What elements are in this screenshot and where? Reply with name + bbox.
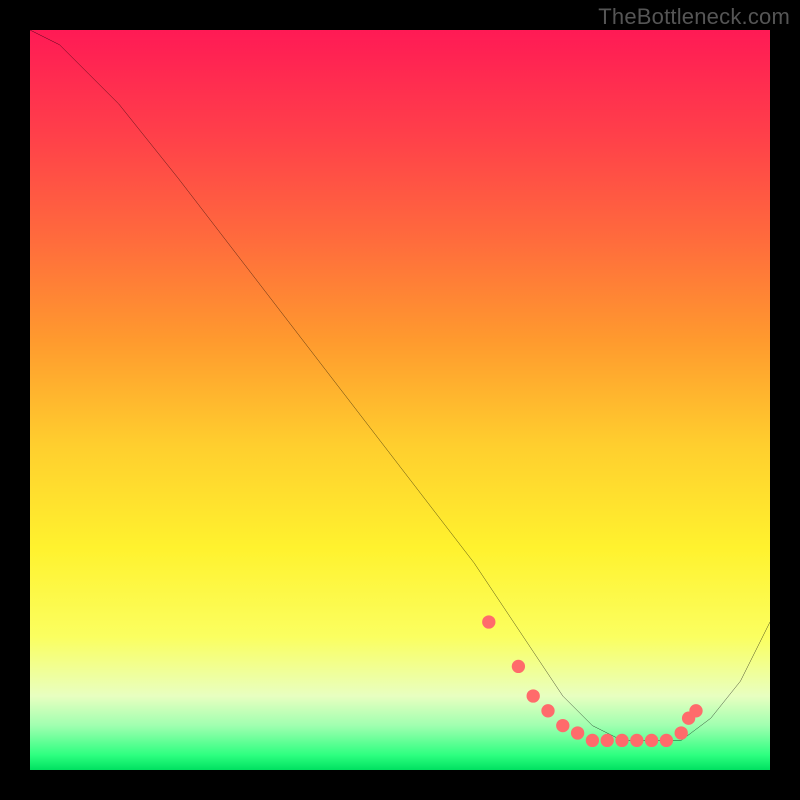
marker-dot [541, 704, 554, 717]
marker-dot [689, 704, 702, 717]
marker-dot [556, 719, 569, 732]
marker-dot [630, 734, 643, 747]
marker-dot [482, 615, 495, 628]
curve-layer [30, 30, 770, 770]
marker-dot [615, 734, 628, 747]
marker-dot [512, 660, 525, 673]
marker-dot [660, 734, 673, 747]
marker-dot [586, 734, 599, 747]
main-curve [30, 30, 770, 740]
marker-dot [601, 734, 614, 747]
marker-dot [675, 726, 688, 739]
marker-dots [482, 615, 703, 747]
plot-area [30, 30, 770, 770]
watermark-text: TheBottleneck.com [598, 4, 790, 30]
marker-dot [645, 734, 658, 747]
marker-dot [527, 689, 540, 702]
chart-frame: TheBottleneck.com [0, 0, 800, 800]
marker-dot [571, 726, 584, 739]
